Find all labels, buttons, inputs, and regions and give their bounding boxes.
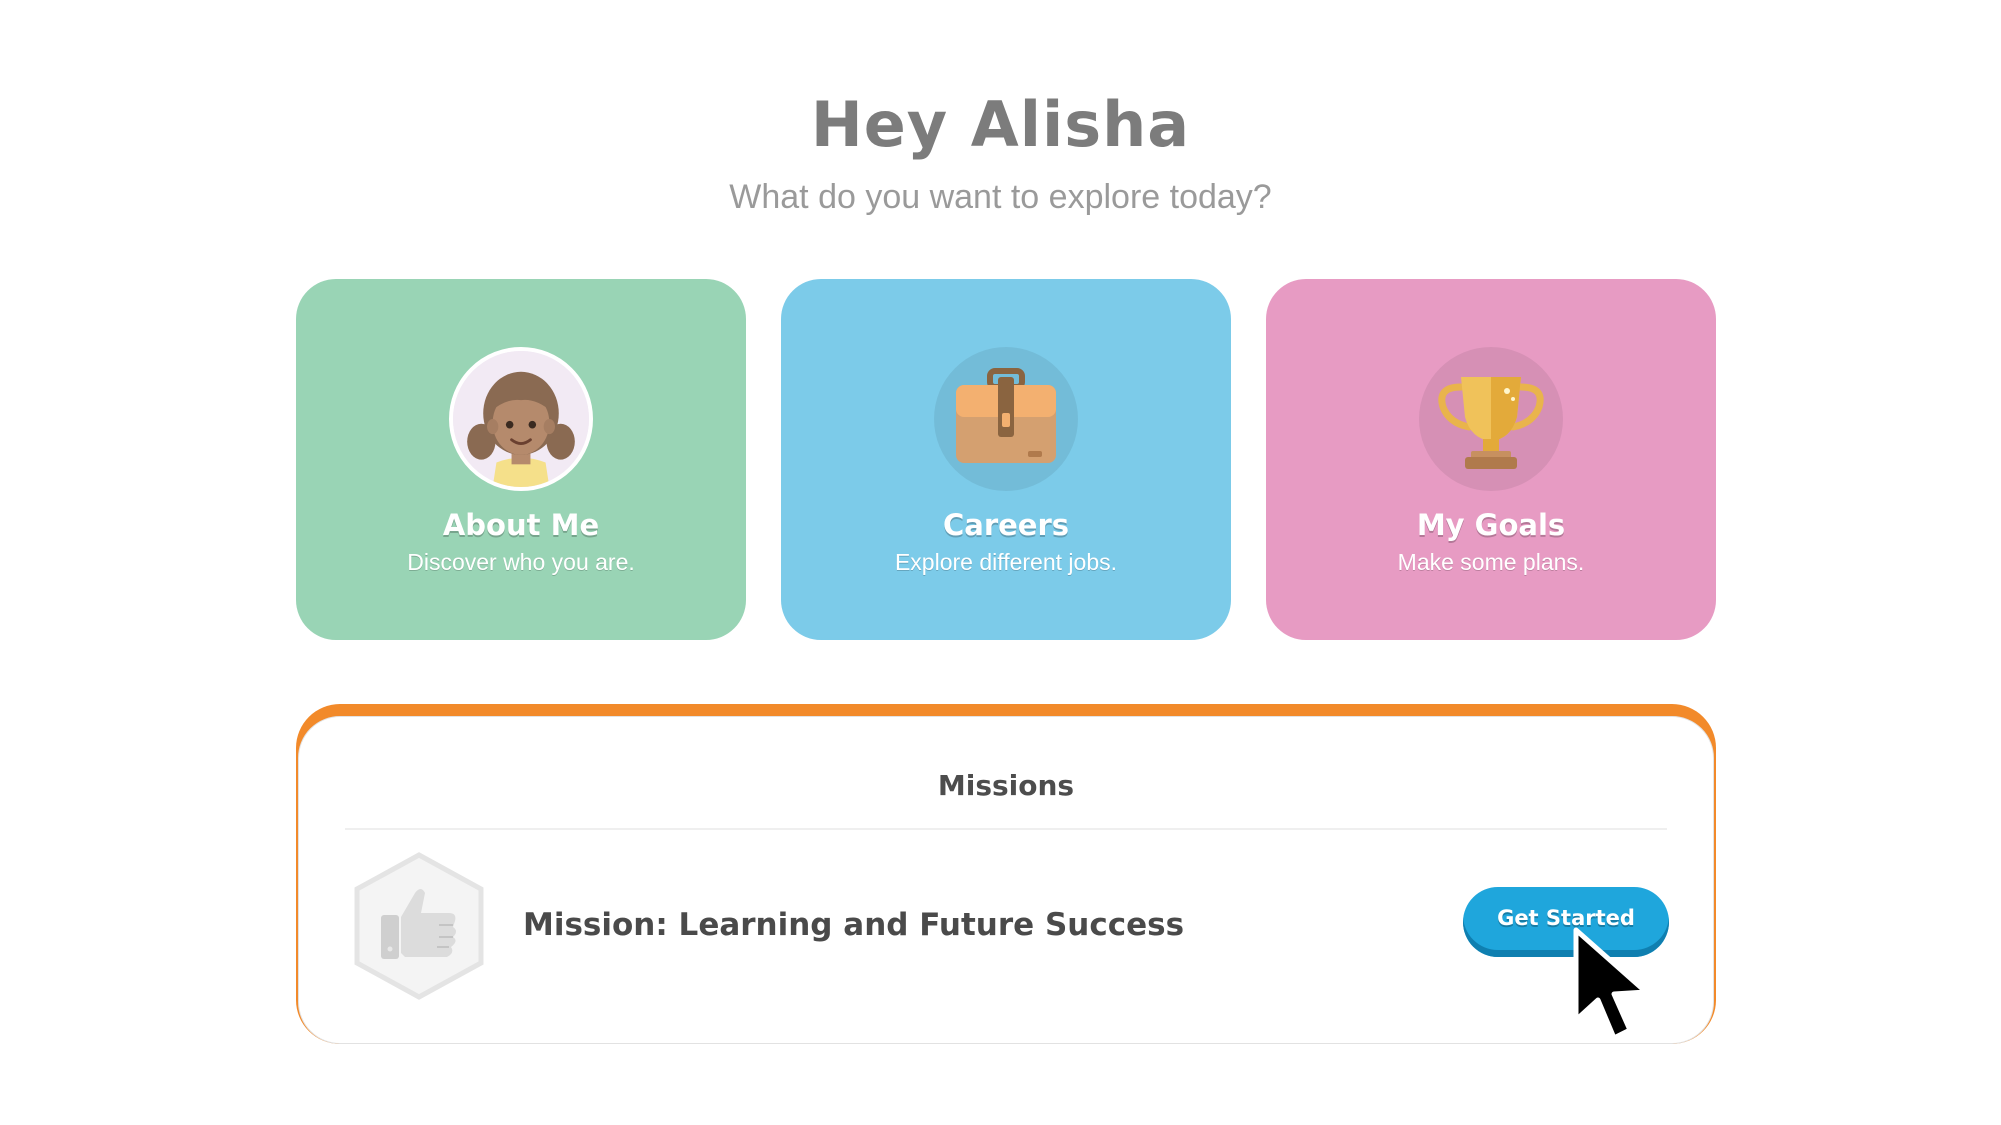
card-description: Discover who you are. [407, 549, 635, 575]
card-my-goals[interactable]: My Goals Make some plans. [1266, 279, 1716, 640]
dashboard: Hey Alisha What do you want to explore t… [0, 0, 2001, 1125]
card-description: Explore different jobs. [894, 549, 1118, 575]
girl-avatar-icon [449, 347, 593, 491]
card-careers[interactable]: Careers Explore different jobs. [781, 279, 1231, 640]
mouse-pointer-icon [1570, 926, 1660, 1046]
mission-title: Mission: Learning and Future Success [523, 907, 1185, 943]
missions-panel: Missions Mission: Learning and Future Su… [296, 704, 1716, 1044]
greeting-subtitle: What do you want to explore today? [729, 178, 1272, 216]
card-title: Careers [942, 508, 1070, 542]
card-about-me[interactable]: About Me Discover who you are. [296, 279, 746, 640]
card-description: Make some plans. [1397, 549, 1585, 575]
missions-header: Missions [937, 769, 1075, 802]
missions-panel-body: Missions Mission: Learning and Future Su… [298, 716, 1714, 1044]
card-title: My Goals [1416, 508, 1566, 542]
thumbs-up-icon [349, 851, 489, 1001]
greeting-title: Hey Alisha [810, 88, 1191, 161]
briefcase-icon [934, 347, 1078, 491]
trophy-icon [1419, 347, 1563, 491]
divider [345, 828, 1667, 830]
card-title: About Me [442, 508, 600, 542]
